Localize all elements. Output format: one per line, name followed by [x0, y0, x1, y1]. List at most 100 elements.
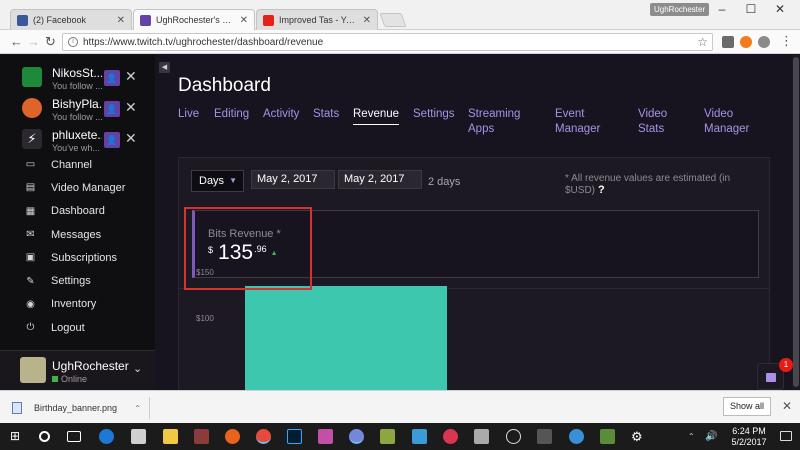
minimize-icon[interactable]: – — [712, 2, 732, 16]
add-friend-icon[interactable]: 👤 — [104, 132, 120, 148]
address-bar[interactable]: i https://www.twitch.tv/ughrochester/das… — [62, 33, 713, 51]
url-text: https://www.twitch.tv/ughrochester/dashb… — [83, 36, 324, 48]
app-icon[interactable] — [194, 429, 209, 444]
close-icon[interactable]: ✕ — [782, 399, 792, 413]
firefox-icon[interactable] — [225, 429, 240, 444]
extension-pumpkin-icon[interactable] — [740, 36, 752, 48]
chevron-up-icon[interactable]: ⌃ — [134, 404, 141, 413]
collapse-sidebar-icon[interactable]: ◀ — [159, 62, 170, 73]
tab-video-manager[interactable]: Video Manager — [704, 107, 749, 137]
avatar — [22, 67, 42, 87]
user-card[interactable]: UghRochester Online ⌄ — [0, 350, 155, 390]
friend-name: phluxete... — [52, 128, 102, 142]
downloads-bar: Birthday_banner.png ⌃ Show all ✕ — [0, 390, 800, 423]
browser-tab-youtube[interactable]: Improved Tas - YouTube ✕ — [256, 9, 378, 30]
file-explorer-icon[interactable] — [163, 429, 178, 444]
forward-icon[interactable]: → — [27, 34, 40, 49]
download-filename: Birthday_banner.png — [34, 403, 118, 413]
app-icon[interactable] — [412, 429, 427, 444]
app-icon[interactable] — [318, 429, 333, 444]
period-select[interactable]: Days ▼ — [191, 170, 244, 192]
discord-icon[interactable] — [349, 429, 364, 444]
page-scrollbar[interactable] — [792, 55, 800, 390]
tab-revenue[interactable]: Revenue — [353, 107, 400, 125]
photoshop-icon[interactable] — [287, 429, 302, 444]
sidebar-item-logout[interactable]: ⏻ Logout — [0, 316, 155, 339]
info-icon[interactable]: i — [68, 37, 78, 47]
tab-settings[interactable]: Settings — [413, 107, 455, 122]
browser-tab-dashboard[interactable]: UghRochester's Dashboa ✕ — [133, 9, 255, 30]
close-tab-icon[interactable]: ✕ — [117, 15, 125, 26]
add-friend-icon[interactable]: 👤 — [104, 101, 120, 117]
channel-icon: ▭ — [25, 159, 36, 171]
paint-icon[interactable] — [380, 429, 395, 444]
search-icon[interactable] — [39, 431, 50, 442]
close-icon[interactable]: ✕ — [125, 99, 137, 116]
sidebar-item-subscriptions[interactable]: ▣ Subscriptions — [0, 246, 155, 269]
end-date-input[interactable]: May 2, 2017 — [338, 170, 422, 189]
close-tab-icon[interactable]: ✕ — [363, 15, 371, 26]
tab-live[interactable]: Live — [178, 107, 199, 122]
volume-icon[interactable]: 🔊 — [705, 429, 720, 444]
back-icon[interactable]: ← — [10, 34, 23, 49]
sidebar-item-dashboard[interactable]: ▦ Dashboard — [0, 200, 155, 223]
revenue-bar[interactable] — [245, 285, 447, 390]
tab-event-manager[interactable]: Event Manager — [555, 107, 600, 137]
chat-button[interactable]: 1 — [757, 358, 793, 390]
start-date-input[interactable]: May 2, 2017 — [251, 170, 335, 189]
chrome-icon[interactable] — [256, 429, 271, 444]
tab-streaming-apps[interactable]: Streaming Apps — [468, 107, 520, 137]
close-icon[interactable]: ✕ — [125, 68, 137, 85]
app-icon[interactable] — [537, 429, 552, 444]
task-view-icon[interactable] — [67, 431, 81, 442]
sidebar-item-video-manager[interactable]: ▤ Video Manager — [0, 176, 155, 199]
image-file-icon — [12, 402, 22, 414]
bookmark-star-icon[interactable]: ☆ — [697, 35, 708, 49]
estimate-note-text: * All revenue values are estimated (in $… — [565, 173, 731, 196]
sidebar-item-label: Inventory — [51, 298, 97, 311]
notification-center-icon[interactable] — [780, 431, 792, 441]
help-icon[interactable]: ? — [598, 184, 605, 196]
tab-stats[interactable]: Stats — [313, 107, 339, 122]
sidebar-item-inventory[interactable]: ◉ Inventory — [0, 293, 155, 316]
tray-chevron-icon[interactable]: ⌃ — [688, 429, 703, 444]
app-icon[interactable] — [443, 429, 458, 444]
app-icon[interactable] — [569, 429, 584, 444]
sidebar-item-channel[interactable]: ▭ Channel — [0, 153, 155, 176]
sidebar-item-messages[interactable]: ✉ Messages — [0, 223, 155, 246]
period-select-value: Days — [199, 175, 225, 187]
close-window-icon[interactable]: ✕ — [770, 2, 790, 16]
app-icon[interactable] — [506, 429, 521, 444]
extension-icon[interactable] — [758, 36, 770, 48]
chevron-down-icon[interactable]: ⌄ — [133, 362, 142, 375]
settings-gear-icon[interactable]: ⚙ — [631, 429, 646, 444]
scrollbar-thumb[interactable] — [793, 57, 799, 387]
windows-start-icon[interactable]: ⊞ — [10, 429, 25, 444]
browser-tab-facebook[interactable]: (2) Facebook ✕ — [10, 9, 132, 30]
show-all-button[interactable]: Show all — [723, 397, 771, 416]
close-tab-icon[interactable]: ✕ — [240, 15, 248, 26]
extension-icon[interactable] — [722, 36, 734, 48]
download-item[interactable]: Birthday_banner.png ⌃ — [12, 397, 150, 419]
tab-title: Improved Tas - YouTube — [279, 15, 359, 25]
profile-badge[interactable]: UghRochester — [650, 3, 710, 16]
sidebar-item-label: Channel — [51, 158, 92, 171]
edge-icon[interactable] — [99, 429, 114, 444]
tab-editing[interactable]: Editing — [214, 107, 249, 122]
friend-item[interactable]: BishyPla... You follow ... 👤 ✕ — [0, 95, 155, 125]
tab-video-stats[interactable]: Video Stats — [638, 107, 667, 137]
close-icon[interactable]: ✕ — [125, 130, 137, 147]
menu-icon[interactable]: ⋮ — [780, 33, 793, 49]
sidebar-item-settings[interactable]: ✎ Settings — [0, 269, 155, 292]
film-icon[interactable] — [474, 429, 489, 444]
friend-item[interactable]: ⚡ phluxete... You've wh... 👤 ✕ — [0, 126, 155, 156]
add-friend-icon[interactable]: 👤 — [104, 70, 120, 86]
taskbar-clock[interactable]: 6:24 PM 5/2/2017 — [731, 426, 767, 448]
store-icon[interactable] — [131, 429, 146, 444]
maximize-icon[interactable]: ☐ — [741, 2, 761, 16]
app-icon[interactable] — [600, 429, 615, 444]
new-tab-button[interactable] — [379, 13, 407, 27]
reload-icon[interactable]: ↻ — [45, 34, 56, 50]
tab-activity[interactable]: Activity — [263, 107, 299, 122]
friend-item[interactable]: NikosSt... You follow ... 👤 ✕ — [0, 64, 155, 94]
